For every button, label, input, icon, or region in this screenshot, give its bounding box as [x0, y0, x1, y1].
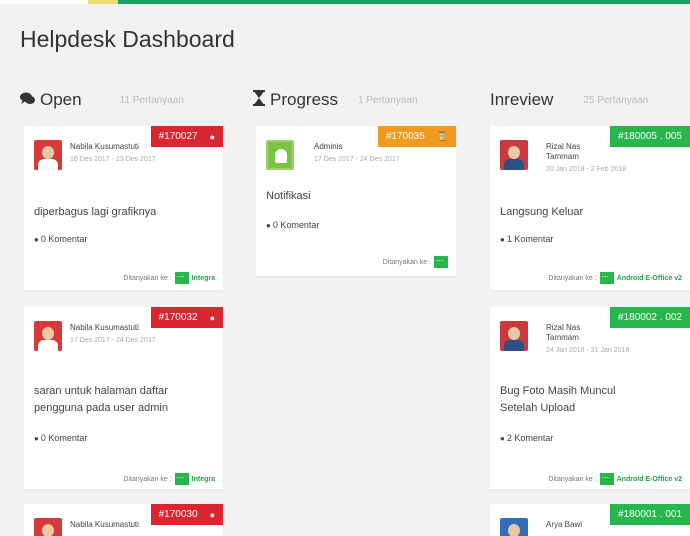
ticket-author: Rizal Nas — [546, 142, 581, 151]
comments-count: 2 Komentar — [506, 433, 554, 443]
app-tile-icon — [599, 269, 614, 284]
asked-label: Ditanyakan ke : — [382, 258, 431, 266]
comment-bubble-icon: ● — [500, 235, 505, 244]
column-count-inreview: 25 Pertanyaan — [583, 94, 649, 106]
ticket-author-2: Tammam — [546, 152, 579, 161]
ticket-comments[interactable]: ● 1 Komentar — [500, 234, 553, 244]
asked-label: Ditanyakan ke : — [123, 274, 172, 282]
app-tile-icon — [174, 470, 189, 485]
asked-label: Ditanyakan ke : — [548, 475, 597, 483]
column-header-inreview: Inreview 25 Pertanyaan — [490, 88, 648, 112]
ticket-date: 24 Jan 2018 - 31 Jan 2018 — [546, 347, 630, 354]
ticket-id: #170027 — [158, 131, 198, 142]
avatar — [500, 518, 528, 536]
ticket-title-line-2: Setelah Upload — [500, 402, 576, 414]
ticket-card[interactable]: #170035 ⌛ Adminis 17 Des 2017 - 24 Des 201… — [256, 126, 456, 276]
column-header-open: Open 11 Pertanyaan — [20, 88, 184, 112]
avatar — [500, 140, 528, 170]
avatar — [34, 518, 62, 536]
ticket-card[interactable]: #180005 . 005 Rizal Nas Tammam 20 Jan 2018… — [490, 126, 690, 290]
ticket-author: Nabila Kusumastuti — [70, 520, 139, 529]
app-tile-icon — [174, 269, 189, 284]
comments-count: 0 Komentar — [272, 220, 320, 230]
ticket-author: Nabila Kusumastuti — [70, 142, 139, 151]
comments-count: 1 Komentar — [506, 234, 554, 244]
ticket-card[interactable]: #170027 ● Nabila Kusumastuti 16 Des 2017 -… — [24, 126, 223, 290]
comments-icon — [20, 90, 35, 110]
column-header-progress: Progress 1 Pertanyaan — [253, 88, 418, 112]
ticket-author-2: Tammam — [546, 333, 579, 342]
ticket-card[interactable]: #180001 . 001 Arya Bawi — [490, 504, 690, 536]
avatar — [500, 321, 528, 351]
ticket-author: Adminis — [314, 142, 343, 151]
ticket-comments[interactable]: ● 2 Komentar — [500, 433, 553, 443]
ticket-author: Arya Bawi — [546, 520, 583, 529]
ticket-card[interactable]: #170032 ● Nabila Kusumastuti 17 Des 2017 -… — [24, 307, 223, 489]
ticket-assigned-to: Ditanyakan ke : — [382, 253, 448, 268]
ticket-badge: #170027 ● — [150, 126, 223, 147]
ticket-id: #170035 — [385, 131, 425, 142]
ticket-date: 17 Des 2017 - 24 Des 2017 — [314, 156, 400, 163]
comment-bubble-icon: ● — [500, 434, 505, 443]
column-name-progress: Progress — [270, 90, 339, 109]
top-bar-segment-yellow — [88, 0, 118, 4]
ticket-author: Rizal Nas — [546, 323, 581, 332]
ticket-id: #170030 — [158, 509, 198, 520]
ticket-badge: #170032 ● — [150, 307, 223, 328]
ticket-title-line-1: Bug Foto Masih Muncul — [500, 385, 616, 397]
ticket-id: #180002 . 002 — [618, 312, 682, 323]
column-name-inreview: Inreview — [490, 90, 554, 109]
hourglass-icon — [253, 89, 265, 111]
avatar — [34, 321, 62, 351]
ticket-comments[interactable]: ● 0 Komentar — [266, 220, 319, 230]
app-tile-icon[interactable] — [434, 253, 448, 268]
ticket-card[interactable]: #170030 ● Nabila Kusumastuti — [24, 504, 223, 536]
comment-bubble-icon: ● — [34, 434, 39, 443]
ticket-card[interactable]: #180002 . 002 Rizal Nas Tammam 24 Jan 2018… — [490, 307, 690, 489]
ticket-assigned-to: Ditanyakan ke : Android E-Office v2 — [548, 269, 682, 284]
asked-target[interactable]: Integra — [192, 476, 215, 483]
ticket-id: #180001 . 001 — [618, 509, 682, 520]
ticket-assigned-to: Ditanyakan ke : Android E-Office v2 — [548, 470, 682, 485]
comments-count: 0 Komentar — [40, 234, 88, 244]
ticket-title-line-1: saran untuk halaman daftar — [34, 385, 168, 397]
avatar — [266, 140, 294, 170]
ticket-title: diperbagus lagi grafiknya — [34, 206, 157, 218]
android-icon — [275, 149, 287, 163]
ticket-author: Nabila Kusumastuti — [70, 323, 139, 332]
comment-icon: ● — [209, 312, 215, 323]
asked-label: Ditanyakan ke : — [123, 475, 172, 483]
ticket-title: Langsung Keluar — [500, 206, 584, 218]
column-count-progress: 1 Pertanyaan — [358, 94, 418, 106]
ticket-date: 16 Des 2017 - 23 Des 2017 — [70, 156, 156, 163]
comment-bubble-icon: ● — [266, 221, 271, 230]
asked-target[interactable]: Android E-Office v2 — [617, 275, 682, 282]
column-count-open: 11 Pertanyaan — [119, 94, 184, 106]
app-tile-icon — [599, 470, 614, 485]
comment-icon: ● — [209, 509, 215, 520]
asked-label: Ditanyakan ke : — [548, 274, 597, 282]
ticket-comments[interactable]: ● 0 Komentar — [34, 433, 87, 443]
top-bar-segment-white — [0, 0, 88, 4]
hourglass-icon: ⌛ — [436, 131, 448, 141]
ticket-id: #180005 . 005 — [618, 131, 682, 142]
ticket-date: 20 Jan 2018 - 2 Feb 2018 — [546, 166, 627, 173]
ticket-badge: #170030 ● — [150, 504, 223, 525]
ticket-assigned-to: Ditanyakan ke : Integra — [123, 470, 215, 485]
page-title: Helpdesk Dashboard — [20, 26, 235, 52]
top-accent-bar — [0, 0, 690, 4]
column-name-open: Open — [40, 90, 82, 109]
asked-target[interactable]: Android E-Office v2 — [617, 476, 682, 483]
ticket-title: Notifikasi — [266, 190, 311, 202]
asked-target[interactable]: Integra — [192, 275, 215, 282]
avatar — [34, 140, 62, 170]
comments-count: 0 Komentar — [40, 433, 88, 443]
ticket-assigned-to: Ditanyakan ke : Integra — [123, 269, 215, 284]
ticket-title-line-2: pengguna pada user admin — [34, 402, 168, 414]
ticket-date: 17 Des 2017 - 24 Des 2017 — [70, 337, 156, 344]
comment-icon: ● — [209, 131, 215, 142]
comment-bubble-icon: ● — [34, 235, 39, 244]
ticket-comments[interactable]: ● 0 Komentar — [34, 234, 87, 244]
ticket-id: #170032 — [158, 312, 198, 323]
